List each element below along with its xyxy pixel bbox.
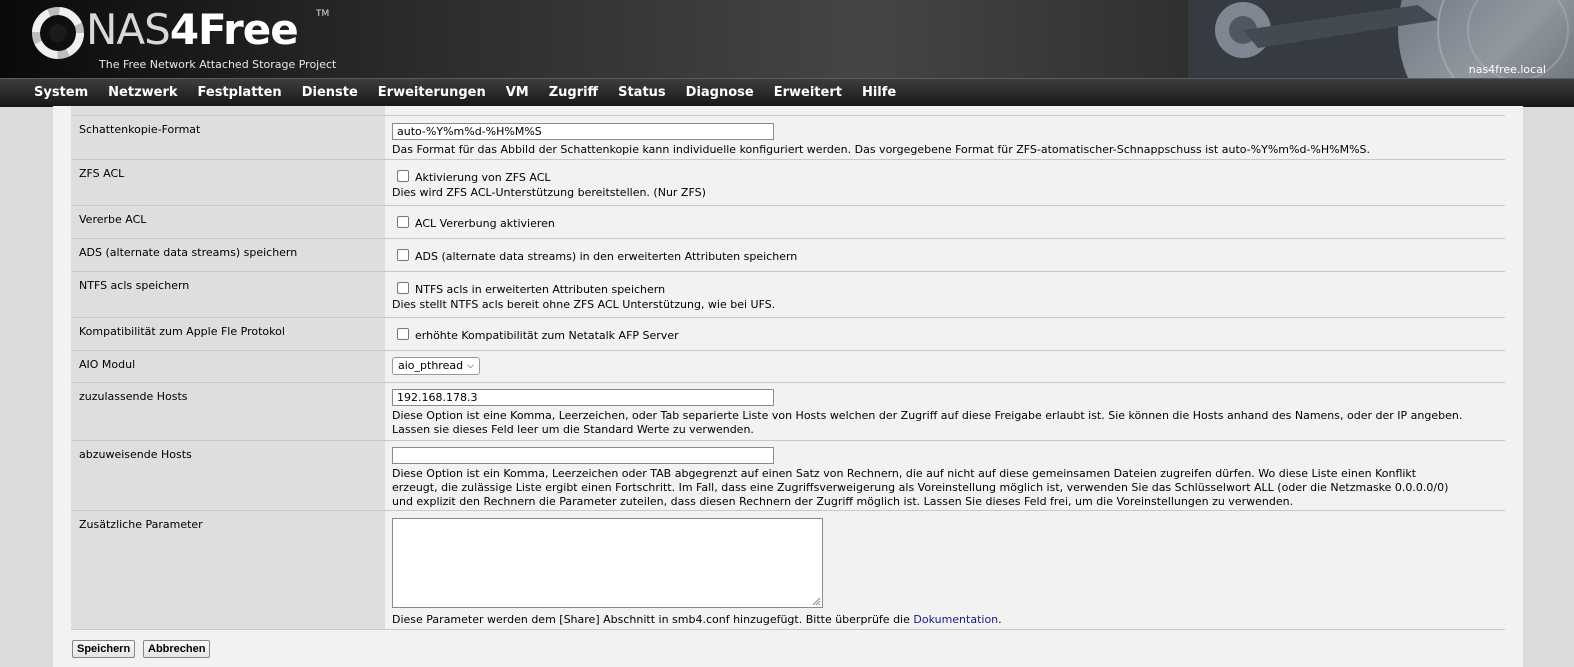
logo-trademark: TM	[316, 9, 330, 19]
checkbox-label: Aktivierung von ZFS ACL	[415, 171, 551, 184]
checkbox-label: ADS (alternate data streams) in den erwe…	[415, 250, 798, 263]
row-hosts-allow: zuzulassende Hosts Diese Option ist eine…	[71, 382, 1505, 441]
hosts-deny-input[interactable]	[392, 447, 774, 464]
ntfs-acls-checkbox[interactable]	[397, 282, 409, 294]
nav-item-dienste[interactable]: Dienste	[292, 79, 368, 107]
settings-form: Schattenkopie-Format Das Format für das …	[53, 106, 1523, 667]
resize-grip-icon[interactable]	[811, 596, 821, 606]
row-description: Das Format für das Abbild der Schattenko…	[392, 143, 1370, 156]
save-button[interactable]: Speichern	[72, 640, 136, 658]
row-label: Kompatibilität zum Apple Fle Protokol	[71, 318, 385, 351]
cancel-button[interactable]: Abbrechen	[143, 640, 211, 658]
logo-icon	[32, 7, 84, 59]
checkbox-label: ACL Vererbung aktivieren	[415, 217, 555, 230]
row-label: ADS (alternate data streams) speichern	[71, 239, 385, 272]
row-zfs-acl: ZFS ACL Aktivierung von ZFS ACL Dies wir…	[71, 159, 1505, 206]
checkbox-label: NTFS acls in erweiterten Attributen spei…	[415, 283, 666, 296]
row-aio-module: AIO Modul aio_pthread ⌵	[71, 350, 1505, 383]
row-label: Vererbe ACL	[71, 206, 385, 239]
afp-compat-checkbox[interactable]	[397, 328, 409, 340]
row-ads: ADS (alternate data streams) speichern A…	[71, 238, 1505, 272]
chevron-down-icon: ⌵	[467, 361, 474, 371]
hosts-allow-input[interactable]	[392, 389, 774, 406]
row-label: zuzulassende Hosts	[71, 383, 385, 441]
page-header: NAS4Free TM The Free Network Attached St…	[0, 0, 1574, 78]
nav-item-netzwerk[interactable]: Netzwerk	[98, 79, 187, 107]
row-description: Diese Option ist eine Komma, Leerzeichen…	[392, 409, 1463, 436]
hostname-label: nas4free.local	[1468, 63, 1546, 76]
row-hosts-deny: abzuweisende Hosts Diese Option ist ein …	[71, 440, 1505, 511]
row-aux-params: Zusätzliche Parameter Diese Parameter we…	[71, 510, 1505, 630]
zfs-acl-checkbox[interactable]	[397, 170, 409, 182]
logo-wordmark: NAS4Free	[86, 2, 299, 58]
row-ntfs-acls: NTFS acls speichern NTFS acls in erweite…	[71, 271, 1505, 318]
row-label: ZFS ACL	[71, 160, 385, 206]
row-shadow-format: Schattenkopie-Format Das Format für das …	[71, 115, 1505, 160]
aux-desc-suffix: .	[998, 613, 1002, 626]
nav-item-vm[interactable]: VM	[496, 79, 539, 107]
nav-item-erweiterungen[interactable]: Erweiterungen	[368, 79, 496, 107]
nav-item-festplatten[interactable]: Festplatten	[188, 79, 292, 107]
clipped-row	[71, 106, 1505, 115]
shadow-format-input[interactable]	[392, 123, 774, 140]
aux-params-textarea[interactable]	[392, 518, 823, 608]
nav-item-hilfe[interactable]: Hilfe	[852, 79, 906, 107]
nav-item-system[interactable]: System	[24, 79, 98, 107]
row-afp-compat: Kompatibilität zum Apple Fle Protokol er…	[71, 317, 1505, 351]
main-nav: System Netzwerk Festplatten Dienste Erwe…	[0, 78, 1574, 107]
row-description: Dies stellt NTFS acls bereit ohne ZFS AC…	[392, 298, 776, 311]
nav-item-status[interactable]: Status	[608, 79, 676, 107]
select-value: aio_pthread	[398, 359, 464, 372]
aux-desc-text: Diese Parameter werden dem [Share] Absch…	[392, 613, 914, 626]
row-inherit-acl: Vererbe ACL ACL Vererbung aktivieren	[71, 205, 1505, 239]
row-label: AIO Modul	[71, 351, 385, 383]
aio-module-select[interactable]: aio_pthread ⌵	[392, 357, 480, 375]
row-description: Diese Option ist ein Komma, Leerzeichen …	[392, 467, 1449, 508]
documentation-link[interactable]: Dokumentation	[913, 613, 998, 626]
ads-checkbox[interactable]	[397, 249, 409, 261]
nav-item-diagnose[interactable]: Diagnose	[676, 79, 764, 107]
logo-subtitle: The Free Network Attached Storage Projec…	[99, 58, 337, 71]
nav-item-zugriff[interactable]: Zugriff	[539, 79, 608, 107]
row-description: Diese Parameter werden dem [Share] Absch…	[392, 613, 1465, 627]
row-label: Schattenkopie-Format	[71, 116, 385, 160]
row-description: Dies wird ZFS ACL-Unterstützung bereitst…	[392, 186, 706, 199]
inherit-acl-checkbox[interactable]	[397, 216, 409, 228]
checkbox-label: erhöhte Kompatibilität zum Netatalk AFP …	[415, 329, 679, 342]
logo-four: 4Free	[169, 5, 299, 54]
row-label: NTFS acls speichern	[71, 272, 385, 318]
logo-main: NAS	[86, 5, 171, 54]
row-label: Zusätzliche Parameter	[71, 511, 385, 629]
nav-item-erweitert[interactable]: Erweitert	[764, 79, 852, 107]
row-label: abzuweisende Hosts	[71, 441, 385, 511]
